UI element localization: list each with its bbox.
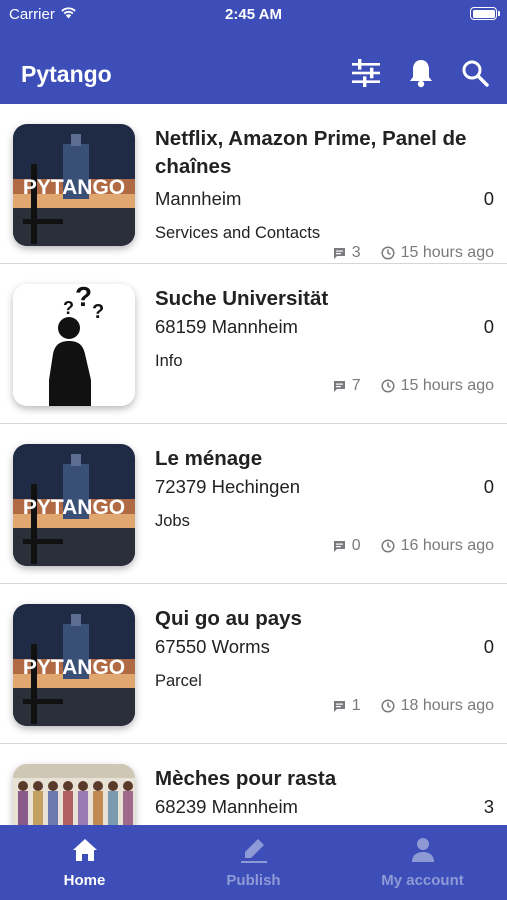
- search-button[interactable]: [458, 58, 492, 92]
- tab-home[interactable]: Home: [0, 825, 169, 900]
- listing-count: 3: [483, 796, 494, 817]
- comment-count: 3: [351, 244, 361, 261]
- comment-icon: [333, 700, 346, 713]
- listing-category: Jobs: [155, 512, 190, 530]
- tab-my-account-label: My account: [381, 872, 464, 889]
- tab-publish-label: Publish: [226, 872, 281, 889]
- listing-location: 68239 Mannheim: [155, 796, 298, 817]
- tab-publish[interactable]: Publish: [169, 825, 338, 900]
- listing-title[interactable]: Mèches pour rasta: [155, 765, 495, 793]
- tab-home-label: Home: [63, 872, 106, 889]
- filter-sliders-icon: [351, 58, 381, 92]
- listing-meta: 7 15 hours ago: [333, 377, 494, 395]
- question-silhouette-image: ? ? ?: [13, 284, 135, 406]
- status-bar: Carrier 2:45 AM: [0, 0, 507, 30]
- listing-meta: 0 16 hours ago: [333, 537, 494, 555]
- svg-text:PYTANGO: PYTANGO: [23, 496, 125, 519]
- listing-category: Parcel: [155, 672, 202, 690]
- search-icon: [461, 59, 489, 92]
- listing-item[interactable]: PYTANGO Qui go au pays 67550 Worms 0 Par…: [0, 584, 507, 744]
- listing-title[interactable]: Le ménage: [155, 445, 495, 473]
- clock-icon: [381, 246, 395, 260]
- svg-text:PYTANGO: PYTANGO: [23, 656, 125, 679]
- listing-count: 0: [483, 188, 494, 209]
- app-header: Carrier 2:45 AM Pytango: [0, 0, 507, 104]
- svg-text:?: ?: [63, 298, 74, 318]
- listing-category: Info: [155, 352, 183, 370]
- bell-icon: [408, 58, 434, 93]
- clock-icon: [381, 379, 395, 393]
- listing-location: 68159 Mannheim: [155, 316, 298, 337]
- user-icon: [411, 835, 435, 865]
- listing-feed[interactable]: PYTANGO Netflix, Amazon Prime, Panel de …: [0, 104, 507, 825]
- listing-count: 0: [483, 476, 494, 497]
- listing-title[interactable]: Netflix, Amazon Prime, Panel de chaînes: [155, 125, 495, 181]
- group-photo-image: [13, 764, 135, 825]
- listing-item[interactable]: Mèches pour rasta 68239 Mannheim 3: [0, 744, 507, 825]
- listing-item[interactable]: ? ? ? Suche Universität 68159 Mannheim 0…: [0, 264, 507, 424]
- pytango-logo-image: PYTANGO: [13, 604, 135, 726]
- pytango-logo-image: PYTANGO: [13, 444, 135, 566]
- app-title: Pytango: [21, 61, 112, 87]
- svg-text:?: ?: [92, 301, 104, 323]
- listing-item[interactable]: PYTANGO Le ménage 72379 Hechingen 0 Jobs…: [0, 424, 507, 584]
- listing-location: 72379 Hechingen: [155, 476, 301, 497]
- home-icon: [72, 835, 98, 865]
- status-time: 2:45 AM: [225, 6, 282, 23]
- time-ago: 16 hours ago: [400, 537, 494, 554]
- listing-location: Mannheim: [155, 188, 242, 209]
- listing-category: Services and Contacts: [155, 224, 321, 242]
- listing-meta: 3 15 hours ago: [333, 244, 494, 262]
- listing-location: 67550 Worms: [155, 636, 270, 657]
- svg-text:PYTANGO: PYTANGO: [23, 176, 125, 199]
- listing-thumbnail[interactable]: [13, 764, 135, 825]
- pencil-icon: [240, 835, 268, 865]
- listing-thumbnail[interactable]: PYTANGO: [13, 444, 135, 566]
- listing-count: 0: [483, 636, 494, 657]
- time-ago: 18 hours ago: [400, 697, 494, 714]
- tab-my-account[interactable]: My account: [338, 825, 507, 900]
- time-ago: 15 hours ago: [400, 244, 494, 261]
- listing-thumbnail[interactable]: PYTANGO: [13, 124, 135, 246]
- clock-icon: [381, 539, 395, 553]
- filter-button[interactable]: [349, 58, 383, 92]
- pytango-logo-image: PYTANGO: [13, 124, 135, 246]
- listing-item[interactable]: PYTANGO Netflix, Amazon Prime, Panel de …: [0, 104, 507, 264]
- listing-title[interactable]: Suche Universität: [155, 285, 495, 313]
- notifications-button[interactable]: [404, 58, 438, 92]
- comment-count: 7: [351, 377, 361, 394]
- battery-icon: [470, 7, 500, 20]
- svg-text:?: ?: [75, 284, 92, 312]
- listing-thumbnail[interactable]: ? ? ?: [13, 284, 135, 406]
- time-ago: 15 hours ago: [400, 377, 494, 394]
- comment-icon: [333, 380, 346, 393]
- listing-thumbnail[interactable]: PYTANGO: [13, 604, 135, 726]
- comment-count: 0: [351, 537, 361, 554]
- listing-meta: 1 18 hours ago: [333, 697, 494, 715]
- clock-icon: [381, 699, 395, 713]
- comment-icon: [333, 247, 346, 260]
- comment-count: 1: [351, 697, 361, 714]
- listing-title[interactable]: Qui go au pays: [155, 605, 495, 633]
- comment-icon: [333, 540, 346, 553]
- listing-count: 0: [483, 316, 494, 337]
- bottom-tab-bar: Home Publish My account: [0, 825, 507, 900]
